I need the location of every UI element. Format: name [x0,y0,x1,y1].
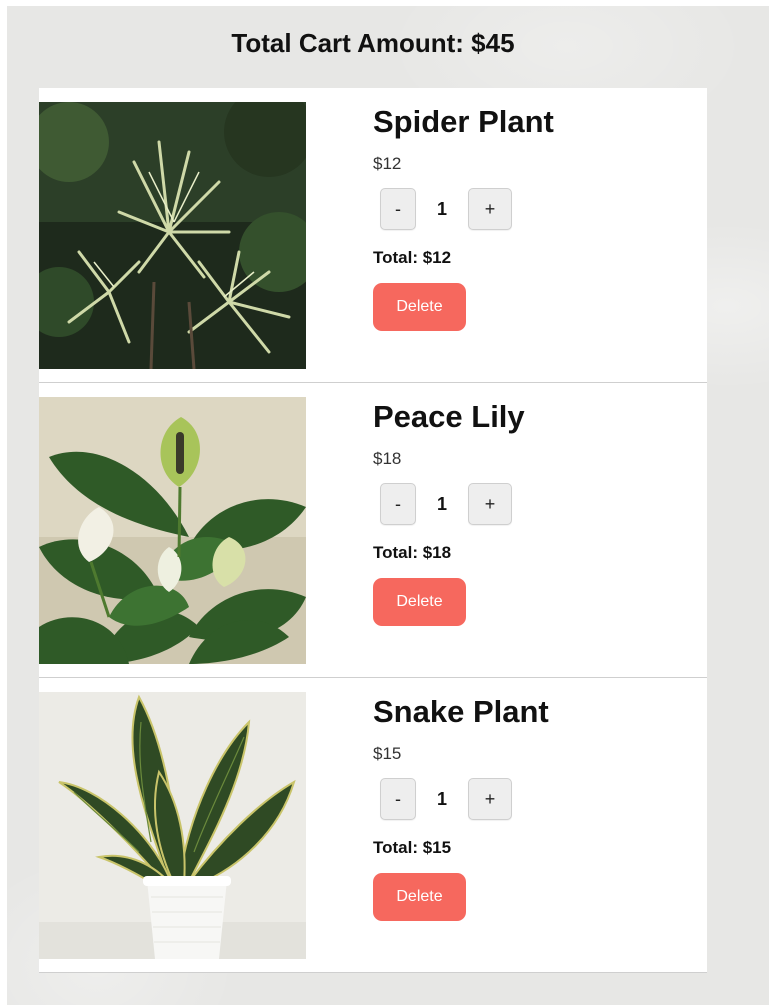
spider-plant-image [39,102,306,369]
item-total: Total: $12 [373,248,452,267]
item-details: Spider Plant $12 - 1 + Total: $12 Delete [373,104,693,331]
delete-button[interactable]: Delete [373,578,466,626]
peace-lily-image [39,397,306,664]
item-name: Peace Lily [373,399,525,434]
item-price: $15 [373,744,402,763]
delete-button[interactable]: Delete [373,873,466,921]
decrement-button[interactable]: - [380,778,416,820]
item-price: $12 [373,154,402,173]
left-edge [0,0,7,1005]
delete-button[interactable]: Delete [373,283,466,331]
item-price: $18 [373,449,402,468]
increment-button[interactable]: + [468,188,512,230]
cart-total-heading: Total Cart Amount: $45 [231,28,515,58]
cart-item-snake-plant: Snake Plant $15 - 1 + Total: $15 Delete [39,678,707,973]
cart-item-peace-lily: Peace Lily $18 - 1 + Total: $18 Delete [39,383,707,678]
item-name: Snake Plant [373,694,549,729]
top-edge [0,0,769,6]
cart-list: Spider Plant $12 - 1 + Total: $12 Delete [39,88,707,973]
cart-item-spider-plant: Spider Plant $12 - 1 + Total: $12 Delete [39,88,707,383]
quantity-value: 1 [436,198,447,219]
quantity-stepper: - 1 + [373,188,693,230]
quantity-stepper: - 1 + [373,483,693,525]
item-name: Spider Plant [373,104,554,139]
item-details: Snake Plant $15 - 1 + Total: $15 Delete [373,694,693,921]
item-details: Peace Lily $18 - 1 + Total: $18 Delete [373,399,693,626]
decrement-button[interactable]: - [380,188,416,230]
item-total: Total: $15 [373,838,452,857]
item-total: Total: $18 [373,543,452,562]
decrement-button[interactable]: - [380,483,416,525]
increment-button[interactable]: + [468,483,512,525]
increment-button[interactable]: + [468,778,512,820]
quantity-stepper: - 1 + [373,778,693,820]
quantity-value: 1 [436,493,447,514]
snake-plant-image [39,692,306,959]
quantity-value: 1 [436,788,447,809]
